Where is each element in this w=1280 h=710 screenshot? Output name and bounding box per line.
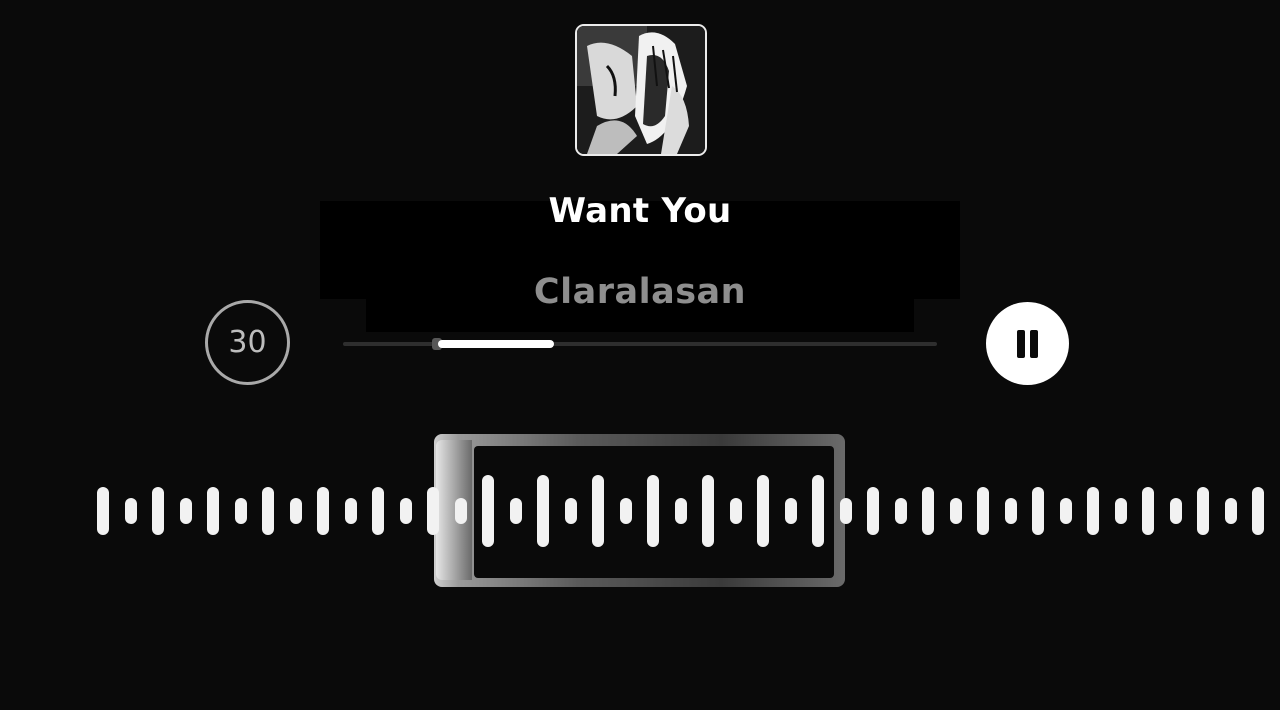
waveform-bar bbox=[1197, 487, 1209, 535]
duration-value: 30 bbox=[228, 325, 267, 360]
music-clip-editor: Want You Claralasan 30 bbox=[0, 0, 1280, 710]
waveform-bar bbox=[1032, 487, 1044, 535]
album-art-image bbox=[577, 26, 705, 154]
waveform-bar bbox=[922, 487, 934, 535]
album-art bbox=[575, 24, 707, 156]
waveform-bar bbox=[1115, 498, 1127, 524]
waveform-bar bbox=[152, 487, 164, 535]
waveform-bar bbox=[235, 498, 247, 524]
waveform-bar bbox=[867, 487, 879, 535]
playback-progress-fill bbox=[438, 340, 554, 348]
waveform-bar bbox=[317, 487, 329, 535]
pause-button[interactable] bbox=[986, 302, 1069, 385]
waveform-bar bbox=[345, 498, 357, 524]
waveform-bar bbox=[1005, 498, 1017, 524]
waveform-bar bbox=[950, 498, 962, 524]
waveform-bar bbox=[180, 498, 192, 524]
trim-selection-window bbox=[474, 446, 834, 578]
pause-icon-bar-right bbox=[1030, 329, 1038, 358]
waveform-bar bbox=[125, 498, 137, 524]
duration-selector[interactable]: 30 bbox=[205, 300, 290, 385]
pause-icon-bar-left bbox=[1017, 329, 1025, 358]
waveform-bar bbox=[207, 487, 219, 535]
waveform-bar bbox=[1252, 487, 1264, 535]
track-title: Want You bbox=[548, 191, 732, 231]
waveform-bar bbox=[1170, 498, 1182, 524]
waveform-bar bbox=[372, 487, 384, 535]
pause-icon bbox=[1017, 329, 1038, 358]
waveform-bar bbox=[1142, 487, 1154, 535]
waveform-bar bbox=[262, 487, 274, 535]
waveform-bar bbox=[1225, 498, 1237, 524]
waveform-bar bbox=[895, 498, 907, 524]
waveform-bar bbox=[97, 487, 109, 535]
waveform-bar bbox=[400, 498, 412, 524]
trim-handle-left[interactable] bbox=[436, 440, 472, 580]
waveform-bar bbox=[977, 487, 989, 535]
artist-name: Claralasan bbox=[533, 272, 747, 312]
waveform-bar bbox=[290, 498, 302, 524]
waveform-bar bbox=[1060, 498, 1072, 524]
waveform-bar bbox=[1087, 487, 1099, 535]
